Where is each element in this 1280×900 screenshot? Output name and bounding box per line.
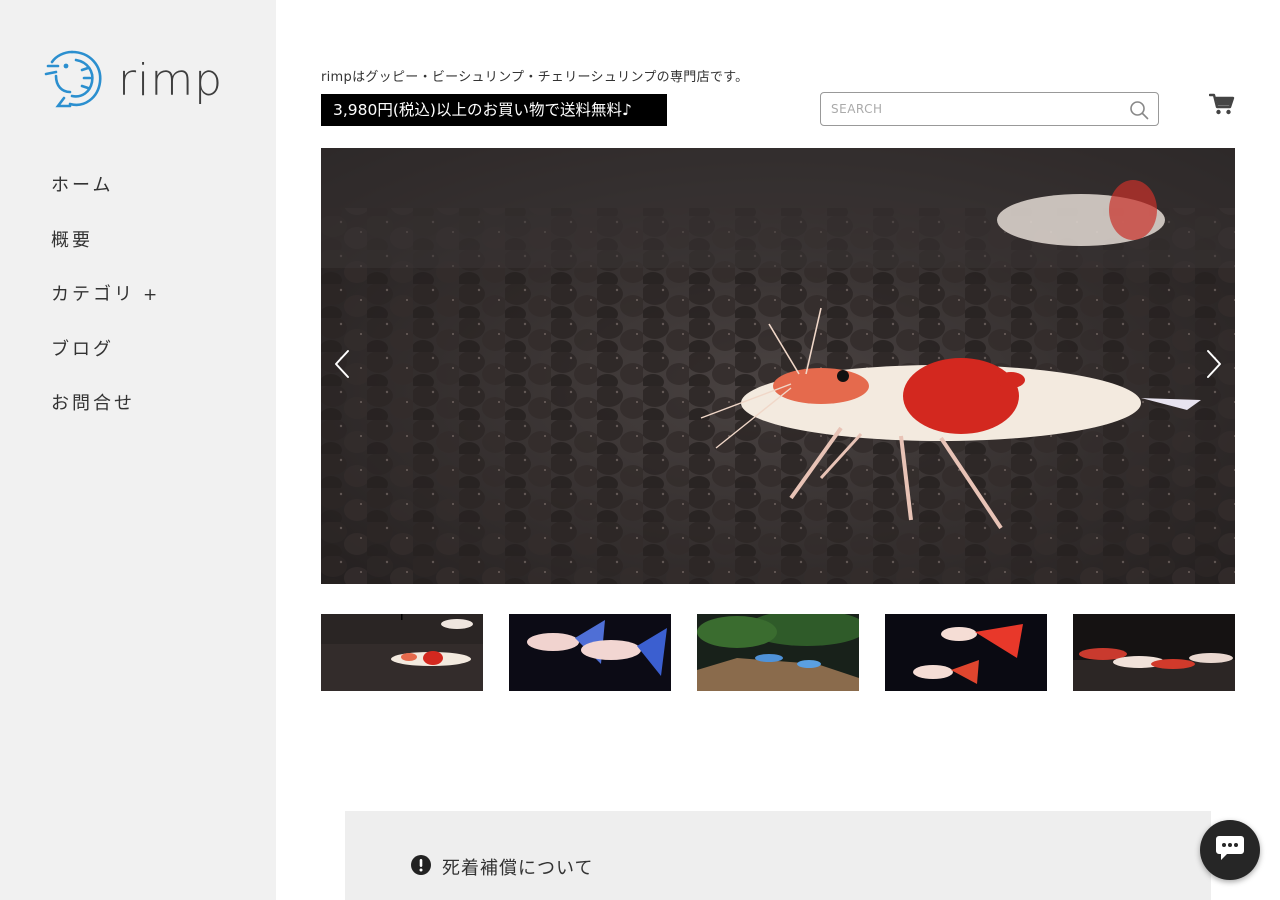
notice-heading: 死着補償について	[411, 854, 593, 880]
thumbnail-red-bee-shrimp[interactable]	[321, 614, 483, 691]
nav-item-label: ホーム	[51, 175, 114, 196]
thumbnail-shrimp-group[interactable]	[1073, 614, 1235, 691]
nav-item-label: カテゴリ	[51, 284, 135, 305]
notice-title[interactable]: 死着補償について	[442, 854, 593, 880]
thumbnail-blue-guppy[interactable]	[509, 614, 671, 691]
chat-bubble-icon	[1215, 835, 1245, 865]
main-nav: ホーム 概要 カテゴリ + ブログ お問合せ	[51, 172, 160, 445]
brand-name: rimp	[118, 55, 224, 106]
shop-tagline: rimpはグッピー・ビーシュリンプ・チェリーシュリンプの専門店です。	[321, 70, 749, 85]
nav-item-home[interactable]: ホーム	[51, 172, 160, 227]
search-input[interactable]	[821, 93, 1111, 125]
thumbnail-red-guppy[interactable]	[885, 614, 1047, 691]
nav-item-blog[interactable]: ブログ	[51, 336, 160, 391]
nav-item-contact[interactable]: お問合せ	[51, 390, 160, 445]
nav-item-about[interactable]: 概要	[51, 227, 160, 282]
logo[interactable]: rimp	[42, 46, 223, 116]
exclamation-circle-icon	[411, 855, 431, 879]
search-icon[interactable]	[1129, 100, 1149, 124]
nav-item-label: お問合せ	[51, 393, 135, 414]
free-shipping-banner: 3,980円(税込)以上のお買い物で送料無料♪	[321, 94, 667, 126]
nav-item-label: 概要	[51, 229, 93, 251]
shrimp-logo-icon	[42, 46, 106, 116]
chevron-left-icon[interactable]	[333, 348, 351, 380]
search-box	[820, 92, 1159, 126]
nav-item-label: ブログ	[51, 338, 114, 360]
main-content: rimpはグッピー・ビーシュリンプ・チェリーシュリンプの専門店です。 3,980…	[276, 0, 1280, 900]
notice-section: 死着補償について	[345, 811, 1211, 900]
cart-icon[interactable]	[1208, 92, 1235, 120]
chat-button[interactable]	[1200, 820, 1260, 880]
nav-item-category[interactable]: カテゴリ +	[51, 281, 160, 336]
hero-slide-image	[321, 148, 1235, 584]
thumbnail-blue-shrimp[interactable]	[697, 614, 859, 691]
expand-plus-icon[interactable]: +	[143, 285, 160, 305]
sidebar: rimp ホーム 概要 カテゴリ + ブログ お問合せ	[0, 0, 276, 900]
slider-thumbnails	[321, 614, 1235, 691]
chevron-right-icon[interactable]	[1205, 348, 1223, 380]
